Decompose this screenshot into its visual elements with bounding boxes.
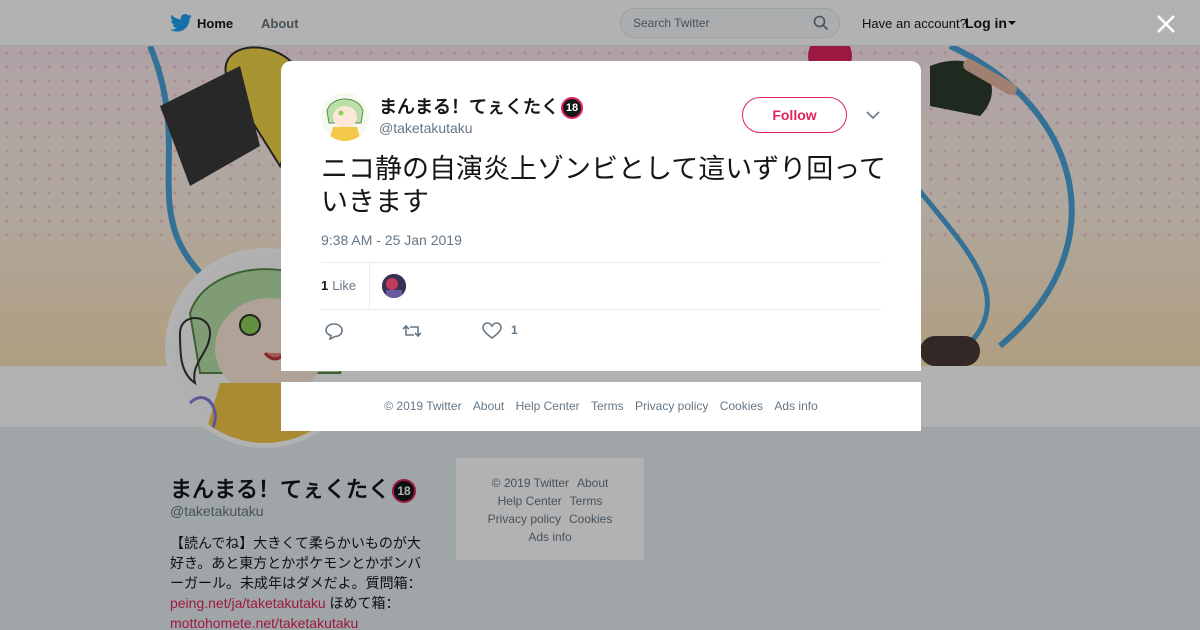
tweet-author-name-text: まんまる！てぇくたく xyxy=(379,97,559,117)
tweet-author-handle[interactable]: @taketakutaku xyxy=(379,120,473,136)
tweet-timestamp[interactable]: 9:38 AM - 25 Jan 2019 xyxy=(321,232,462,248)
liker-avatar-illustration xyxy=(382,274,406,298)
tweet-avatar-illustration xyxy=(321,93,369,141)
modal-footer-copyright: © 2019 Twitter xyxy=(384,399,462,413)
tweet-age-badge: 18 xyxy=(561,97,583,120)
chevron-down-icon[interactable] xyxy=(866,110,880,120)
modal-footer-privacy-link[interactable]: Privacy policy xyxy=(635,399,708,413)
action-like-count: 1 xyxy=(511,323,518,337)
tweet-stats: 1 Like xyxy=(321,262,881,310)
modal-footer-help-link[interactable]: Help Center xyxy=(516,399,580,413)
modal-footer-ads-link[interactable]: Ads info xyxy=(774,399,817,413)
follow-button[interactable]: Follow xyxy=(742,97,847,133)
tweet-actions: 1 xyxy=(321,322,621,342)
retweet-icon[interactable] xyxy=(402,322,422,340)
likes-label: Like xyxy=(332,278,357,293)
tweet-author-avatar[interactable] xyxy=(321,93,369,141)
modal-footer-terms-link[interactable]: Terms xyxy=(591,399,624,413)
tweet-modal: まんまる！てぇくたく 18 @taketakutaku Follow ニコ静の自演… xyxy=(281,61,921,371)
like-heart-icon[interactable] xyxy=(482,322,502,340)
tweet-author-name[interactable]: まんまる！てぇくたく 18 xyxy=(379,93,583,120)
liker-avatar[interactable] xyxy=(382,274,406,298)
stats-divider xyxy=(369,263,370,309)
modal-footer-cookies-link[interactable]: Cookies xyxy=(720,399,763,413)
likes-count: 1 xyxy=(321,278,329,293)
tweet-text: ニコ静の自演炎上ゾンビとして這いずり回っていきます xyxy=(321,154,886,217)
likes-stat[interactable]: 1 Like xyxy=(321,278,356,293)
close-icon[interactable] xyxy=(1155,13,1177,35)
modal-footer-about-link[interactable]: About xyxy=(473,399,504,413)
modal-footer: © 2019 Twitter About Help Center Terms P… xyxy=(281,382,921,431)
reply-icon[interactable] xyxy=(324,322,344,340)
